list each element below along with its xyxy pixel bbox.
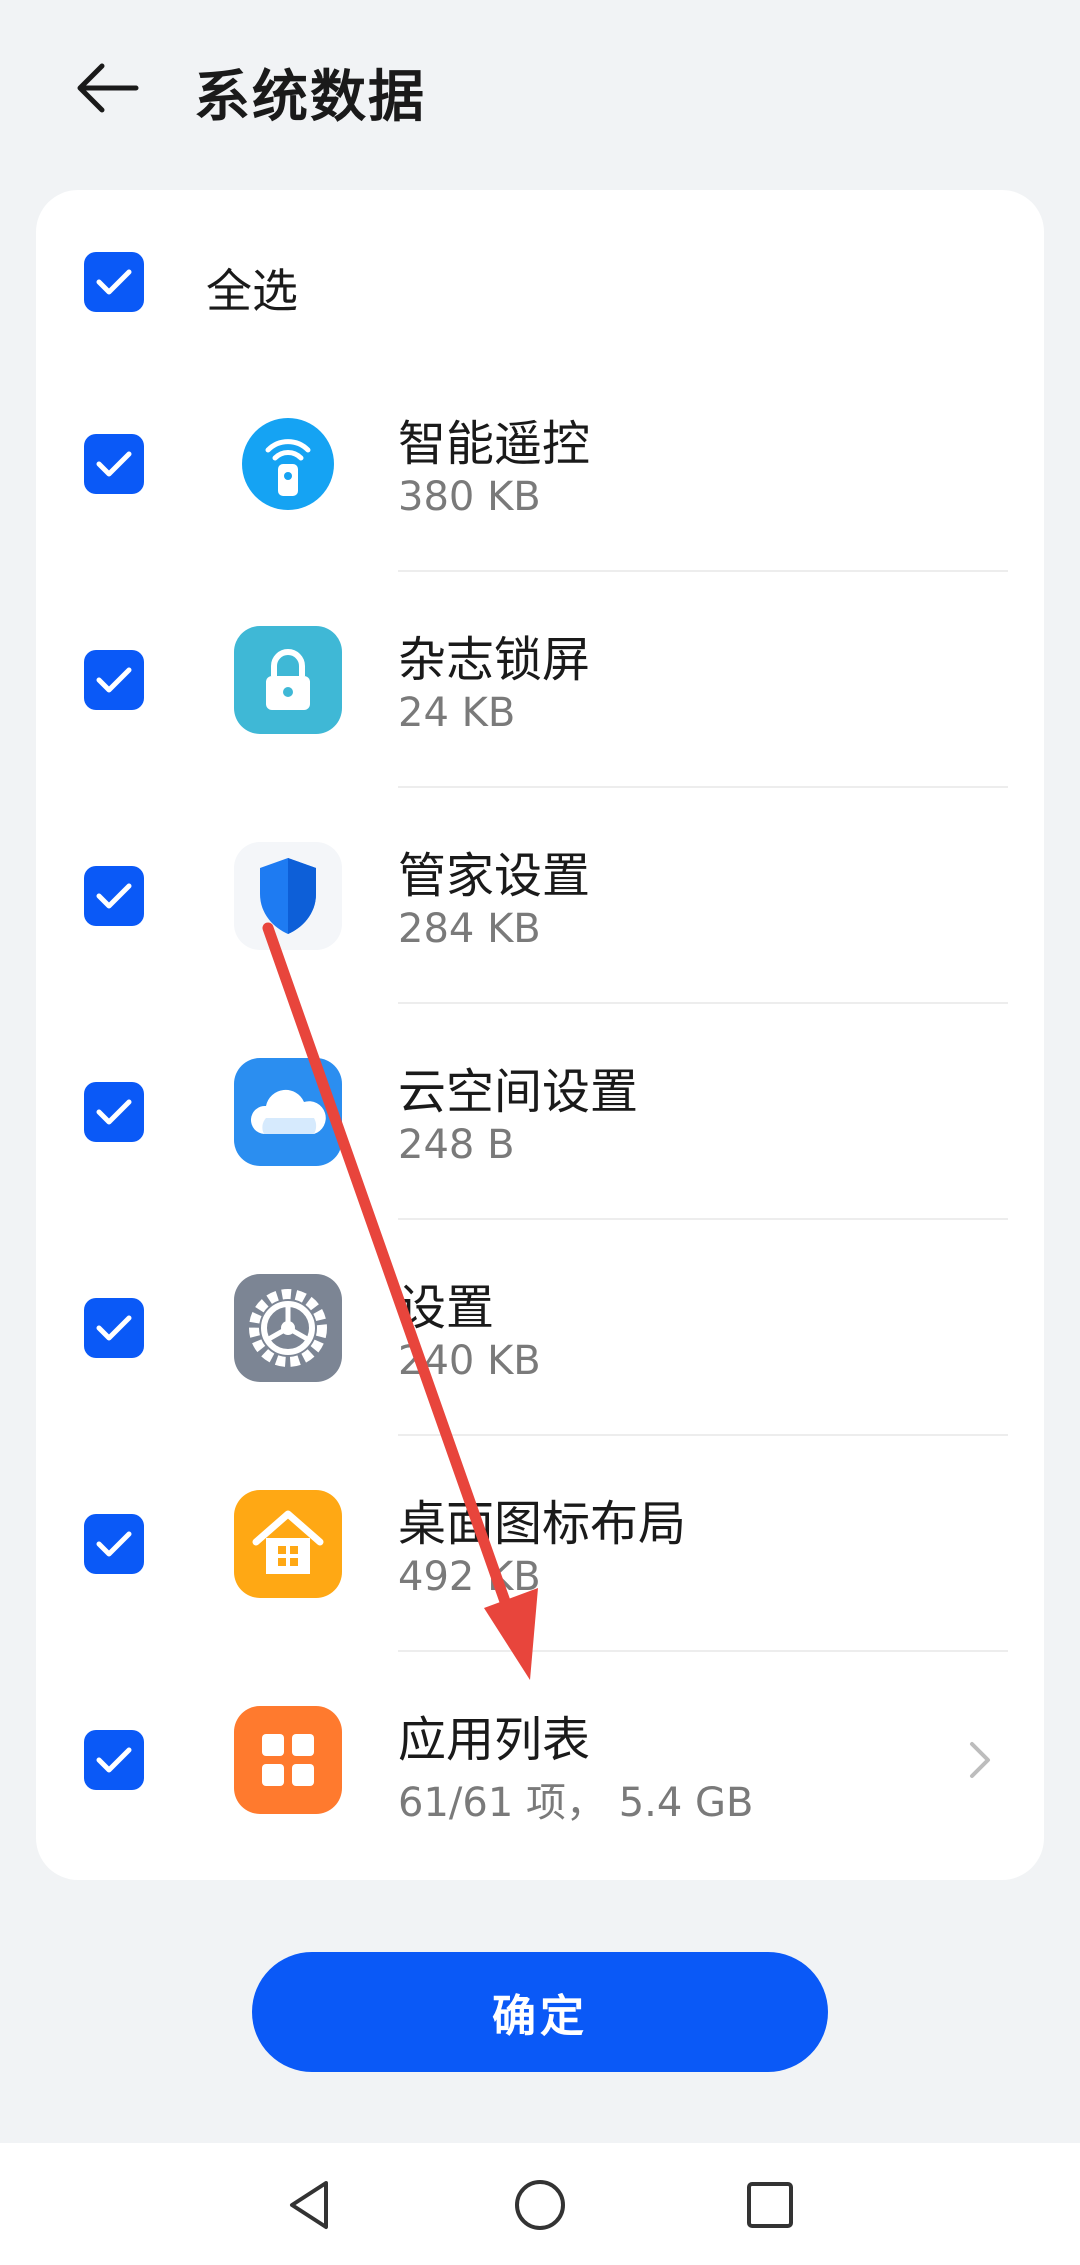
list-item-cloud-settings[interactable]: 云空间设置 248 B: [36, 1004, 1044, 1220]
navigation-bar: [0, 2143, 1080, 2265]
item-checkbox[interactable]: [84, 1514, 144, 1574]
home-icon: [234, 1490, 342, 1598]
item-size: 248 B: [398, 1122, 515, 1168]
screen: 系统数据 全选 智能遥控 380 KB 杂志锁屏 24 KB 管家设置 284 …: [0, 0, 1080, 2265]
item-checkbox[interactable]: [84, 1082, 144, 1142]
item-size: 24 KB: [398, 690, 516, 736]
confirm-button[interactable]: 确定: [252, 1952, 828, 2072]
check-icon: [96, 667, 132, 693]
item-checkbox[interactable]: [84, 650, 144, 710]
item-size: 284 KB: [398, 906, 541, 952]
item-size: 492 KB: [398, 1554, 541, 1600]
check-icon: [96, 1747, 132, 1773]
check-icon: [96, 1315, 132, 1341]
list-item-desktop-layout[interactable]: 桌面图标布局 492 KB: [36, 1436, 1044, 1652]
list-item-app-list[interactable]: 应用列表 61/61 项， 5.4 GB: [36, 1652, 1044, 1868]
item-size: 380 KB: [398, 474, 541, 520]
item-name: 杂志锁屏: [398, 632, 591, 688]
check-icon: [96, 883, 132, 909]
select-all-checkbox[interactable]: [84, 252, 144, 312]
lock-icon: [234, 626, 342, 734]
shield-icon: [234, 842, 342, 950]
gear-icon: [234, 1274, 342, 1382]
item-name: 管家设置: [398, 848, 591, 904]
nav-home-icon[interactable]: [508, 2173, 572, 2237]
check-icon: [96, 451, 132, 477]
item-size: 61/61 项， 5.4 GB: [398, 1780, 754, 1826]
back-button[interactable]: [66, 46, 150, 130]
item-checkbox[interactable]: [84, 866, 144, 926]
item-name: 智能遥控: [398, 416, 591, 472]
list-item-settings[interactable]: 设置 240 KB: [36, 1220, 1044, 1436]
page-title: 系统数据: [194, 65, 426, 130]
item-name: 设置: [398, 1280, 495, 1336]
list-item-magazine-lockscreen[interactable]: 杂志锁屏 24 KB: [36, 572, 1044, 788]
list-item-smart-remote[interactable]: 智能遥控 380 KB: [36, 356, 1044, 572]
item-checkbox[interactable]: [84, 1730, 144, 1790]
app-grid-icon: [234, 1706, 342, 1814]
check-icon: [96, 1531, 132, 1557]
list-item-manager-settings[interactable]: 管家设置 284 KB: [36, 788, 1044, 1004]
remote-control-icon: [234, 410, 342, 518]
item-size: 240 KB: [398, 1338, 541, 1384]
select-all-label: 全选: [206, 264, 298, 318]
check-icon: [96, 1099, 132, 1125]
item-checkbox[interactable]: [84, 1298, 144, 1358]
nav-recents-icon[interactable]: [738, 2173, 802, 2237]
item-name: 桌面图标布局: [398, 1496, 687, 1552]
check-icon: [96, 269, 132, 295]
chevron-right-icon[interactable]: [960, 1736, 1000, 1784]
item-checkbox[interactable]: [84, 434, 144, 494]
item-name: 应用列表: [398, 1712, 591, 1768]
arrow-left-icon: [77, 63, 139, 113]
cloud-icon: [234, 1058, 342, 1166]
nav-back-icon[interactable]: [278, 2173, 342, 2237]
item-name: 云空间设置: [398, 1064, 639, 1120]
header: 系统数据: [0, 0, 1080, 175]
